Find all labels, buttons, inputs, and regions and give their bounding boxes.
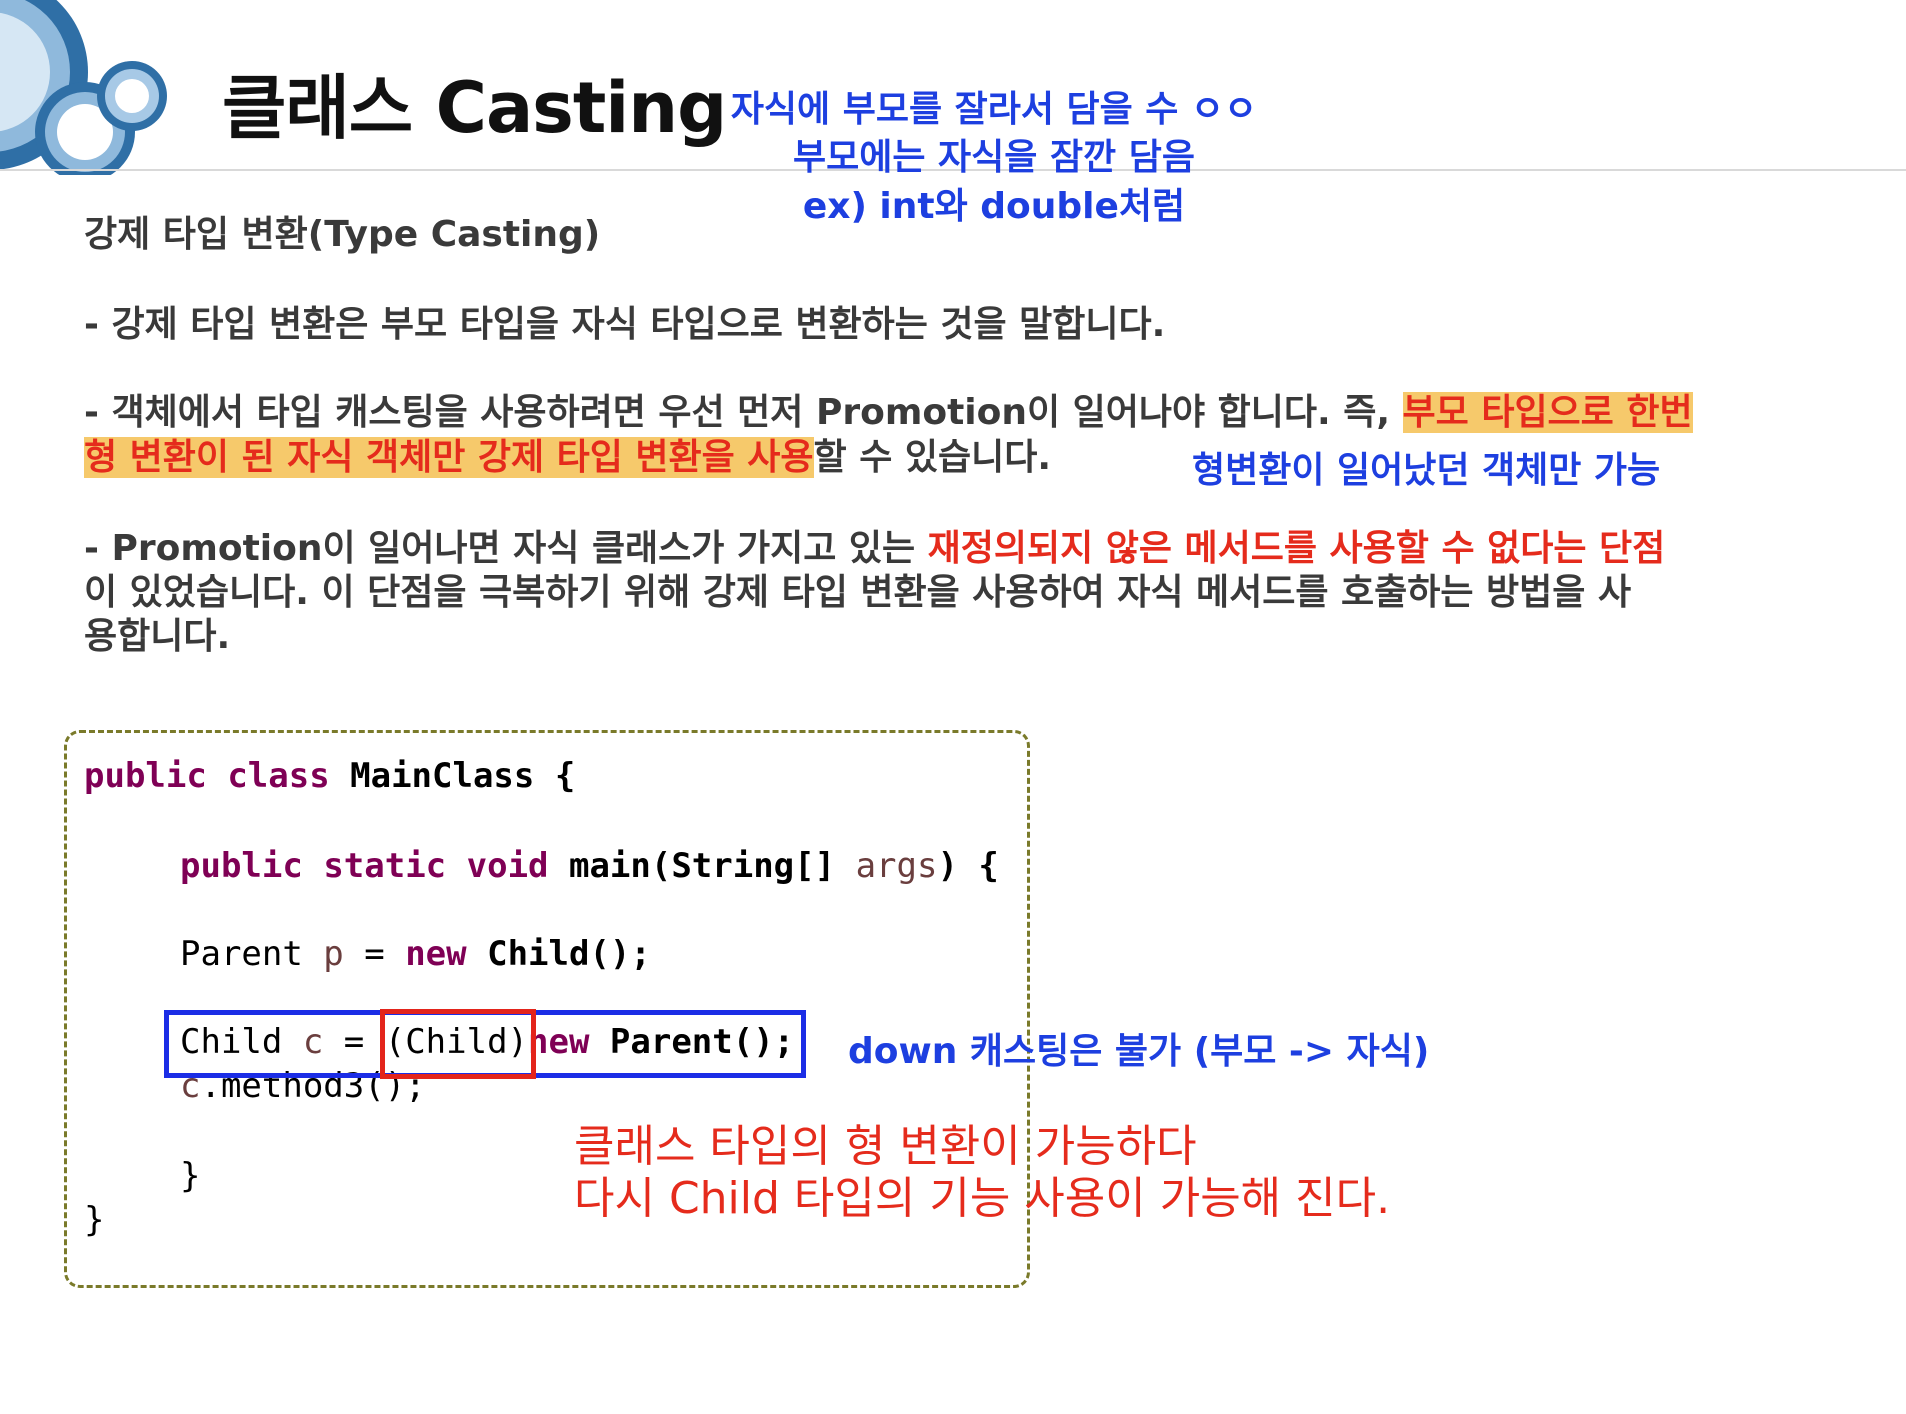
paragraph-2-line1-text: - 객체에서 타입 캐스팅을 사용하려면 우선 먼저 Promotion이 일어… [84,392,1403,433]
keyword-new: new [405,934,467,974]
method-open-brace: ) { [937,846,999,886]
top-note-line2: 부모에는 자식을 잠깐 담음 [793,137,1195,178]
var-p: p [323,934,344,974]
paragraph-3-line1-text: - Promotion이 일어나면 자식 클래스가 가지고 있는 [84,528,928,569]
assign-op: = [343,934,406,974]
paragraph-2-line1: - 객체에서 타입 캐스팅을 사용하려면 우선 먼저 Promotion이 일어… [84,390,1804,436]
type-parent: Parent [180,934,324,974]
keyword-public: public [180,846,303,886]
keyword-class: class [227,756,330,796]
cast-highlight-box [380,1009,536,1079]
highlight-text-1: 부모 타입으로 한번 [1402,392,1693,433]
constructor-child: Child(); [466,934,651,974]
paragraph-1: - 강제 타입 변환은 부모 타입을 자식 타입으로 변환하는 것을 말합니다. [84,304,1166,345]
param-args: args [855,846,938,886]
paragraph-3-line2: 이 있었습니다. 이 단점을 극복하기 위해 강제 타입 변환을 사용하여 자식… [84,572,1632,613]
logo-circles [0,0,167,175]
downcast-note: down 캐스팅은 불가 (부모 -> 자식) [848,1031,1430,1072]
code-line-7: } [84,1200,105,1240]
class-name: MainClass { [329,756,576,796]
code-line-1: public class MainClass { [84,756,575,796]
highlight-text-2: 형 변환이 된 자식 객체만 강제 타입 변환을 사용 [84,437,814,478]
paragraph-3-line1: - Promotion이 일어나면 자식 클래스가 가지고 있는 재정의되지 않… [84,526,1804,572]
code-line-6: } [180,1156,201,1196]
promotion-note: 형변환이 일어났던 객체만 가능 [1192,450,1661,491]
red-emphasis-text: 재정의되지 않은 메서드를 사용할 수 없다는 단점 [927,528,1666,569]
method-signature: main(String[] [548,846,856,886]
code-line-2: public static void main(String[] args) { [180,846,999,886]
code-line-3: Parent p = new Child(); [180,934,651,974]
red-note-line2: 다시 Child 타입의 기능 사용이 가능해 진다. [574,1173,1391,1224]
paragraph-3-line3: 용합니다. [84,616,231,657]
paragraph-2-line2-text: 할 수 있습니다. [813,437,1052,478]
section-heading: 강제 타입 변환(Type Casting) [84,214,601,255]
top-note-line1: 자식에 부모를 잘라서 담을 수 ㅇㅇ [730,89,1258,130]
keyword-public: public [84,756,207,796]
keyword-void: void [466,846,549,886]
keyword-static: static [323,846,447,886]
